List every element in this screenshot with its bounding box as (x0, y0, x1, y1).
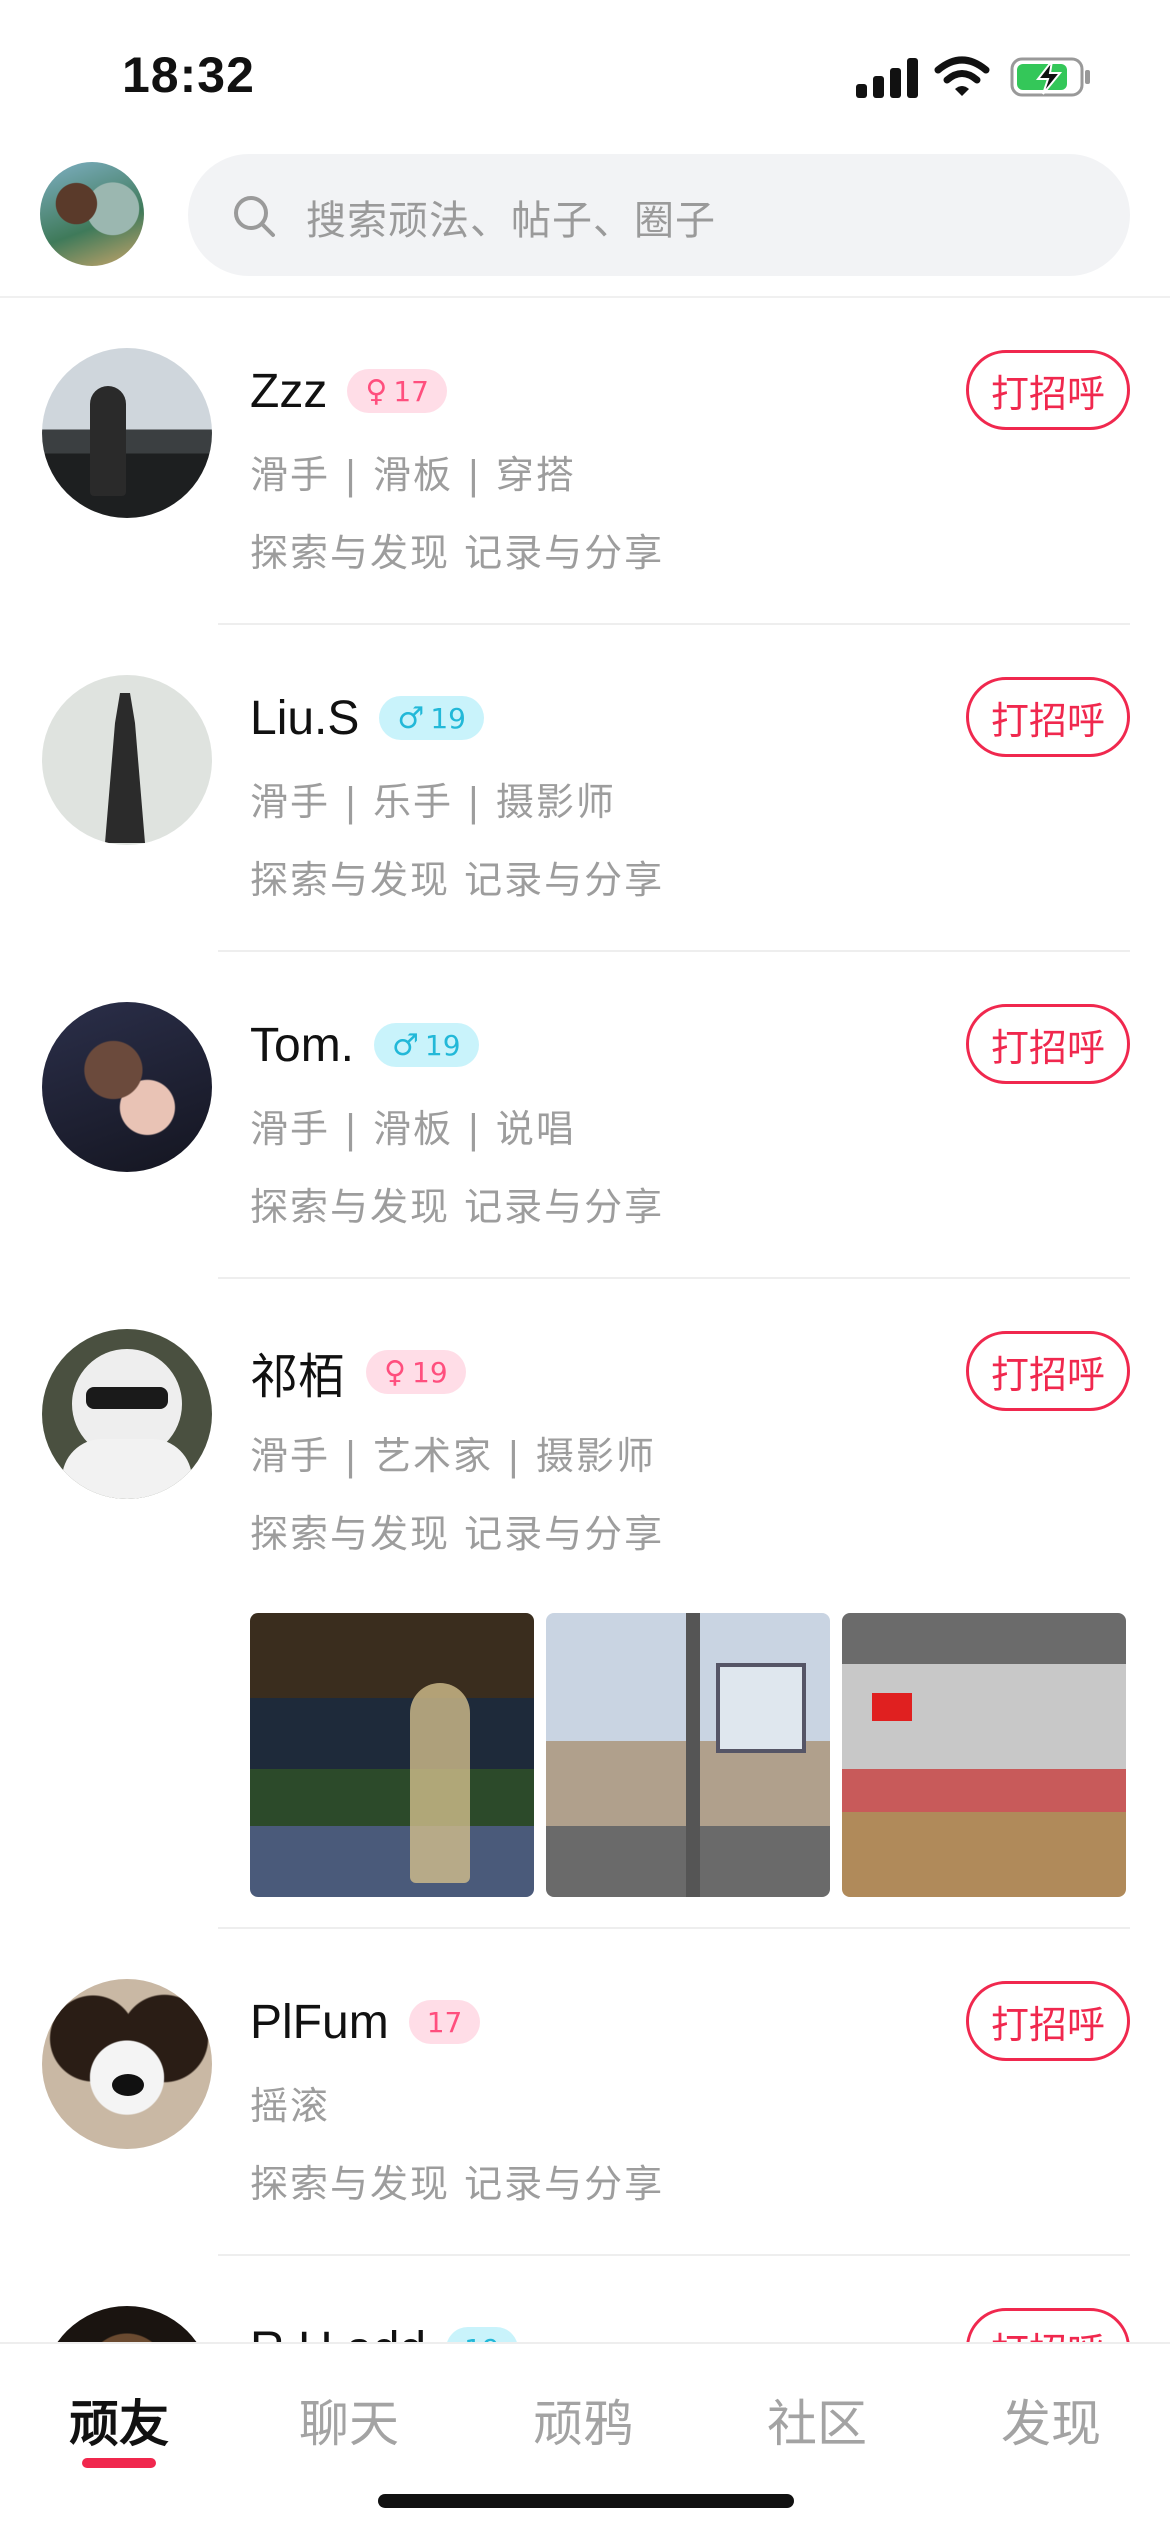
user-name: Tom. (250, 1018, 355, 1072)
age-label: 19 (424, 1028, 461, 1062)
header: 搜索顽法、帖子、圈子 (0, 150, 1170, 298)
night-street-photo[interactable] (250, 1613, 534, 1897)
battery-charging-icon (1010, 57, 1090, 97)
avatar[interactable] (42, 1979, 212, 2149)
sports-hall-photo[interactable] (842, 1613, 1126, 1897)
city-crosswalk-photo[interactable] (546, 1613, 830, 1897)
avatar[interactable] (42, 1002, 212, 1172)
female-icon: ♀ (365, 373, 388, 409)
list-item[interactable]: Zzz ♀ 17 滑手 | 滑板 | 穿搭 探索与发现 记录与分享 打招呼 (0, 298, 1170, 625)
list-item[interactable]: R.H.add 19 打招呼 (0, 2256, 1170, 2342)
greet-button[interactable]: 打招呼 (966, 2308, 1130, 2342)
gender-age-badge: ♂ 19 (374, 1023, 479, 1067)
female-icon: ♀ (384, 1354, 406, 1390)
user-tags: 摇滚 (250, 2084, 331, 2128)
greet-button[interactable]: 打招呼 (966, 1981, 1130, 2061)
male-icon: ♂ (392, 1027, 419, 1063)
user-bio: 探索与发现 记录与分享 (250, 2162, 665, 2206)
user-tags: 滑手 | 滑板 | 穿搭 (250, 453, 576, 497)
list-item[interactable]: Tom. ♂ 19 滑手 | 滑板 | 说唱 探索与发现 记录与分享 打招呼 (0, 952, 1170, 1279)
avatar[interactable] (42, 348, 212, 518)
avatar[interactable] (42, 1329, 212, 1499)
user-tags: 滑手 | 乐手 | 摄影师 (250, 780, 616, 824)
user-bio: 探索与发现 记录与分享 (250, 858, 665, 902)
user-list: Zzz ♀ 17 滑手 | 滑板 | 穿搭 探索与发现 记录与分享 打招呼 Liu… (0, 298, 1170, 2342)
gender-age-badge: 19 (446, 2327, 518, 2342)
home-indicator (378, 2494, 794, 2508)
user-tags: 滑手 | 艺术家 | 摄影师 (250, 1434, 656, 1478)
age-label: 19 (464, 2333, 500, 2343)
tab-discover[interactable]: 发现 (971, 2384, 1131, 2456)
status-bar: 18:32 (0, 0, 1170, 150)
avatar[interactable] (42, 675, 212, 845)
greet-button[interactable]: 打招呼 (966, 350, 1130, 430)
gender-age-badge: ♀ 17 (347, 369, 447, 413)
search-input[interactable]: 搜索顽法、帖子、圈子 (188, 154, 1130, 276)
user-bio: 探索与发现 记录与分享 (250, 531, 665, 575)
user-name: PlFum (250, 1995, 389, 2049)
gender-age-badge: 17 (408, 2000, 481, 2044)
search-placeholder: 搜索顽法、帖子、圈子 (306, 198, 716, 244)
greet-button[interactable]: 打招呼 (966, 1331, 1130, 1411)
greet-button[interactable]: 打招呼 (966, 677, 1130, 757)
gender-age-badge: ♀ 19 (366, 1350, 466, 1394)
search-icon (234, 196, 275, 237)
avatar[interactable] (42, 2306, 212, 2342)
greet-button[interactable]: 打招呼 (966, 1004, 1130, 1084)
tab-friends[interactable]: 顽友 (39, 2384, 199, 2456)
bottom-tab-bar: 顽友 聊天 顽鸦 社区 发现 (0, 2342, 1170, 2532)
user-bio: 探索与发现 记录与分享 (250, 1512, 665, 1556)
user-name: 祁栢 (250, 1351, 347, 1404)
age-label: 17 (393, 374, 429, 408)
wifi-icon (934, 56, 990, 96)
age-label: 19 (430, 701, 466, 735)
list-item[interactable]: Liu.S ♂ 19 滑手 | 乐手 | 摄影师 探索与发现 记录与分享 打招呼 (0, 625, 1170, 952)
male-icon: ♂ (397, 700, 425, 736)
user-tags: 滑手 | 滑板 | 说唱 (250, 1107, 576, 1151)
user-name: R.H.add (250, 2322, 426, 2343)
age-label: 17 (426, 2005, 463, 2039)
user-bio: 探索与发现 记录与分享 (250, 1185, 665, 1229)
cellular-signal-icon (856, 58, 918, 98)
active-tab-indicator (82, 2458, 156, 2468)
age-label: 19 (412, 1355, 448, 1389)
user-name: Liu.S (250, 691, 360, 745)
photo-grid (250, 1613, 1126, 1897)
my-avatar[interactable] (40, 162, 144, 266)
list-item[interactable]: PlFum 17 摇滚 探索与发现 记录与分享 打招呼 (0, 1929, 1170, 2256)
tab-moments[interactable]: 顽鸦 (503, 2384, 663, 2456)
status-time: 18:32 (122, 47, 255, 103)
gender-age-badge: ♂ 19 (379, 696, 484, 740)
tab-community[interactable]: 社区 (737, 2384, 897, 2456)
user-name: Zzz (250, 364, 328, 418)
tab-chat[interactable]: 聊天 (269, 2384, 429, 2456)
list-item[interactable]: 祁栢 ♀ 19 滑手 | 艺术家 | 摄影师 探索与发现 记录与分享 打招呼 (0, 1279, 1170, 1929)
